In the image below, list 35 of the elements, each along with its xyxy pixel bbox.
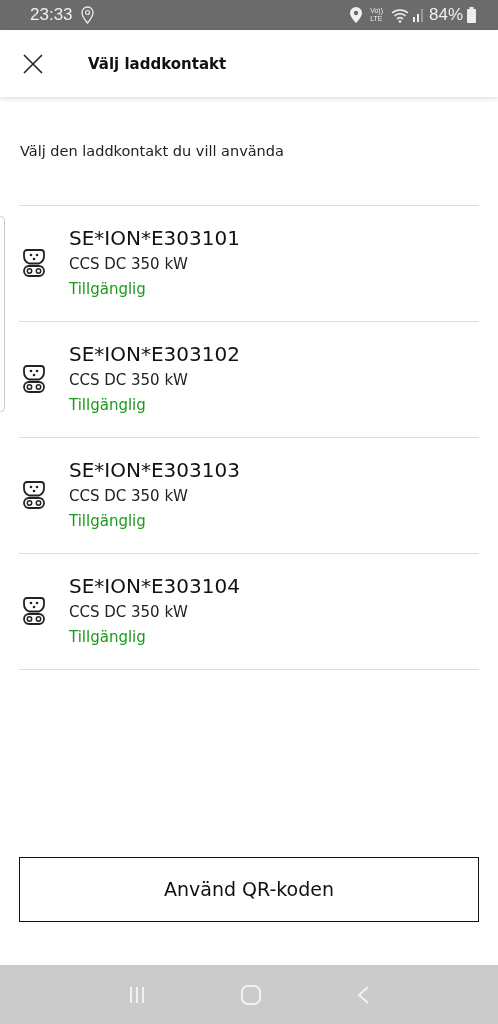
connector-row[interactable]: SE*ION*E303102 CCS DC 350 kW Tillgänglig bbox=[19, 321, 479, 438]
connector-type: CCS DC 350 kW bbox=[69, 486, 189, 508]
signal-icon bbox=[412, 8, 425, 22]
connector-id: SE*ION*E303101 bbox=[69, 225, 240, 253]
connector-icon bbox=[23, 480, 45, 511]
connector-icon bbox=[23, 364, 45, 395]
status-text: Tillgänglig bbox=[69, 511, 147, 533]
close-button[interactable] bbox=[22, 51, 44, 76]
connector-type: CCS DC 350 kW bbox=[69, 254, 189, 276]
clock: 23:33 bbox=[30, 4, 73, 27]
connector-id: SE*ION*E303102 bbox=[69, 341, 240, 369]
connector-type: CCS DC 350 kW bbox=[69, 602, 189, 624]
connector-type: CCS DC 350 kW bbox=[69, 370, 189, 392]
connector-icon bbox=[23, 596, 45, 627]
location-icon bbox=[350, 7, 363, 23]
status-text: Tillgänglig bbox=[69, 395, 147, 417]
home-icon[interactable] bbox=[241, 984, 261, 1005]
connector-id: SE*ION*E303104 bbox=[69, 573, 240, 601]
close-icon bbox=[22, 53, 44, 75]
back-icon[interactable] bbox=[356, 984, 371, 1005]
status-text: Tillgänglig bbox=[69, 279, 147, 301]
connector-row[interactable]: SE*ION*E303103 CCS DC 350 kW Tillgänglig bbox=[19, 437, 479, 554]
qr-button[interactable]: Använd QR-koden bbox=[19, 857, 479, 922]
battery-icon bbox=[467, 7, 476, 23]
connector-row[interactable]: SE*ION*E303104 CCS DC 350 kW Tillgänglig bbox=[19, 553, 479, 670]
recent-apps-icon[interactable] bbox=[127, 985, 146, 1004]
status-text: Tillgänglig bbox=[69, 627, 147, 649]
page-title: Välj laddkontakt bbox=[88, 54, 227, 73]
battery-percent: 84% bbox=[428, 4, 463, 27]
instruction-text: Välj den laddkontakt du vill använda bbox=[20, 142, 285, 161]
connector-icon bbox=[23, 248, 45, 279]
connector-row[interactable]: SE*ION*E303101 CCS DC 350 kW Tillgänglig bbox=[19, 205, 479, 322]
connector-id: SE*ION*E303103 bbox=[69, 457, 240, 485]
location-icon bbox=[80, 6, 94, 24]
wifi-icon bbox=[390, 7, 409, 23]
